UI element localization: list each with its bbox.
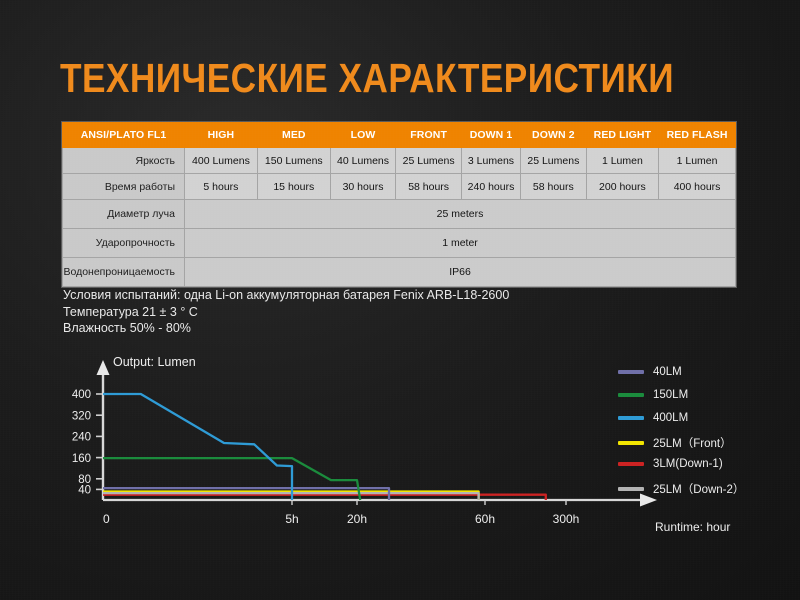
- legend-swatch-icon: [618, 487, 644, 491]
- table-body: Яркость 400 Lumens 150 Lumens 40 Lumens …: [63, 148, 736, 287]
- table-cell: 25 Lumens: [521, 148, 587, 174]
- legend-item-25lm-down2[interactable]: 25LM（Down-2）: [618, 481, 744, 497]
- y-tick-label: 400: [72, 389, 91, 401]
- row-label: Ударопрочность: [63, 229, 185, 258]
- y-tick-label: 320: [72, 410, 91, 422]
- table-row: Ударопрочность 1 meter: [63, 229, 736, 258]
- table-header-cell: RED FLASH: [659, 123, 736, 148]
- table-row: Водонепроницаемость IP66: [63, 258, 736, 287]
- table-cell-merged: 1 meter: [185, 229, 736, 258]
- legend-label: 3LM(Down-1): [653, 458, 723, 470]
- test-conditions-notes: Условия испытаний: одна Li-on аккумулято…: [63, 287, 509, 337]
- table-cell: 25 Lumens: [396, 148, 462, 174]
- chart-x-axis-label: Runtime: hour: [655, 520, 730, 534]
- chart-x-tick-labels: 0 5h 20h 60h 300h: [103, 512, 579, 526]
- row-label: Водонепроницаемость: [63, 258, 185, 287]
- table-row: Диаметр луча 25 meters: [63, 200, 736, 229]
- table-header-cell: HIGH: [185, 123, 258, 148]
- table-header-cell: DOWN 1: [461, 123, 520, 148]
- legend-label: 400LM: [653, 412, 688, 424]
- y-tick-label: 240: [72, 432, 91, 444]
- page-title: ТЕХНИЧЕСКИЕ ХАРАКТЕРИСТИКИ: [60, 58, 674, 99]
- table-cell: 5 hours: [185, 174, 258, 200]
- chart-line-series: [103, 394, 292, 500]
- table-row: Яркость 400 Lumens 150 Lumens 40 Lumens …: [63, 148, 736, 174]
- legend-item-400lm[interactable]: 400LM: [618, 412, 688, 424]
- table-row: Время работы 5 hours 15 hours 30 hours 5…: [63, 174, 736, 200]
- table-cell: 3 Lumens: [461, 148, 520, 174]
- table-cell: 400 Lumens: [185, 148, 258, 174]
- x-tick-label: 0: [103, 512, 110, 526]
- table-cell: 200 hours: [586, 174, 658, 200]
- table-cell: 30 hours: [330, 174, 396, 200]
- x-tick-label: 5h: [285, 512, 298, 526]
- table-header-cell: FRONT: [396, 123, 462, 148]
- note-line: Температура 21 ± 3 ° C: [63, 304, 509, 321]
- table-header-cell: MED: [257, 123, 330, 148]
- note-line: Условия испытаний: одна Li-on аккумулято…: [63, 287, 509, 304]
- table-header-cell: DOWN 2: [521, 123, 587, 148]
- y-tick-label: 160: [72, 453, 91, 465]
- table-cell: 400 hours: [659, 174, 736, 200]
- chart-y-tick-labels: 4080 160 240 320 400: [72, 389, 91, 496]
- table-header-cell: RED LIGHT: [586, 123, 658, 148]
- table-header-row: ANSI/PLATO FL1 HIGH MED LOW FRONT DOWN 1…: [63, 123, 736, 148]
- slide-canvas: ТЕХНИЧЕСКИЕ ХАРАКТЕРИСТИКИ ANSI/PLATO FL…: [0, 0, 800, 600]
- legend-label: 40LM: [653, 366, 682, 378]
- legend-swatch-icon: [618, 441, 644, 445]
- legend-item-150lm[interactable]: 150LM: [618, 389, 688, 401]
- legend-item-3lm-down1[interactable]: 3LM(Down-1): [618, 458, 723, 470]
- row-label: Время работы: [63, 174, 185, 200]
- legend-swatch-icon: [618, 416, 644, 420]
- table-cell: 1 Lumen: [659, 148, 736, 174]
- row-label: Яркость: [63, 148, 185, 174]
- table-cell-merged: 25 meters: [185, 200, 736, 229]
- table-header-cell: ANSI/PLATO FL1: [63, 123, 185, 148]
- specifications-table: ANSI/PLATO FL1 HIGH MED LOW FRONT DOWN 1…: [62, 122, 736, 287]
- table-cell: 150 Lumens: [257, 148, 330, 174]
- legend-label: 25LM（Down-2）: [653, 481, 744, 497]
- table-header: ANSI/PLATO FL1 HIGH MED LOW FRONT DOWN 1…: [63, 123, 736, 148]
- legend-item-25lm-front[interactable]: 25LM（Front）: [618, 435, 732, 451]
- legend-swatch-icon: [618, 393, 644, 397]
- table-cell: 40 Lumens: [330, 148, 396, 174]
- x-tick-label: 20h: [347, 512, 367, 526]
- chart-y-axis-label: Output: Lumen: [113, 355, 196, 369]
- y-tick-label: 80: [78, 474, 91, 486]
- table-header-cell: LOW: [330, 123, 396, 148]
- table-cell: 15 hours: [257, 174, 330, 200]
- note-line: Влажность 50% - 80%: [63, 320, 509, 337]
- y-tick-label: 40: [78, 485, 91, 497]
- legend-label: 150LM: [653, 389, 688, 401]
- legend-item-40lm[interactable]: 40LM: [618, 366, 682, 378]
- runtime-chart: 4080 160 240 320 400 0 5h 20h 60h 300h Output: L…: [0, 348, 800, 548]
- chart-series-lines: [103, 394, 546, 500]
- legend-label: 25LM（Front）: [653, 435, 732, 451]
- legend-swatch-icon: [618, 370, 644, 374]
- chart-axes: [97, 360, 658, 507]
- table-cell: 58 hours: [396, 174, 462, 200]
- table-cell-merged: IP66: [185, 258, 736, 287]
- legend-swatch-icon: [618, 462, 644, 466]
- row-label: Диаметр луча: [63, 200, 185, 229]
- table-cell: 240 hours: [461, 174, 520, 200]
- table-cell: 58 hours: [521, 174, 587, 200]
- x-tick-label: 60h: [475, 512, 495, 526]
- table-cell: 1 Lumen: [586, 148, 658, 174]
- x-tick-label: 300h: [553, 512, 580, 526]
